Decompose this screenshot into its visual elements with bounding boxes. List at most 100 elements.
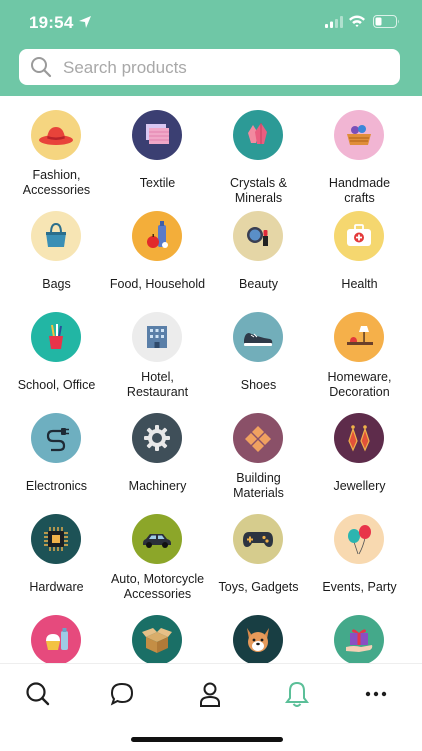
category-circle [132,312,182,362]
category-shoes[interactable]: Shoes [206,298,311,399]
category-circle [132,110,182,160]
first-aid-icon [347,224,371,246]
dog-icon [247,628,269,652]
category-hardware[interactable]: Hardware [4,500,109,601]
shoe-icon [244,333,273,346]
earrings-icon [348,425,370,452]
category-jewellery[interactable]: Jewellery [307,399,412,500]
category-label: Hotel, Restaurant [105,370,210,399]
fabric-icon [146,124,169,144]
category-label-line-2: Materials [233,485,284,500]
category-label-line-2: Accessories [22,182,91,197]
status-time: 19:54 [29,13,74,32]
category-label-line-2: Restaurant [126,384,189,399]
cupcake-icon [46,628,68,650]
category-label: Fashion, Accessories [4,168,109,197]
category-label: Electronics [4,479,109,494]
gift-icon [346,629,373,652]
category-circle [31,514,81,564]
category-health[interactable]: Health [307,197,412,298]
category-food-household[interactable]: Food, Household [105,197,210,298]
plug-icon [46,428,69,452]
category-label-line-1: School, Office [17,378,96,392]
battery-icon [373,15,399,28]
category-toys-gadgets[interactable]: Toys, Gadgets [206,500,311,601]
category-label-line-1: Shoes [240,378,277,392]
category-circle [31,615,81,663]
category-label: Textile [105,176,210,191]
search-icon [26,682,50,706]
search-input[interactable] [61,54,385,82]
category-hotel-restaurant[interactable]: Hotel, Restaurant [105,298,210,399]
category-item[interactable] [206,601,311,663]
category-circle [132,615,182,663]
category-label-line-1: Health [341,277,378,291]
category-label-line-1: Fashion, [32,168,81,182]
category-building-materials[interactable]: Building Materials [206,399,311,500]
category-circle [233,110,283,160]
category-electronics[interactable]: Electronics [4,399,109,500]
category-circle [31,413,81,463]
category-circle [334,413,384,463]
car-icon [143,534,171,548]
home-indicator [131,737,283,742]
category-label-line-1: Beauty [239,277,278,291]
category-label-line-2: Accessories [123,586,192,601]
bag-icon [46,222,66,247]
category-homeware-decoration[interactable]: Homeware, Decoration [307,298,412,399]
category-item[interactable] [105,601,210,663]
category-bags[interactable]: Bags [4,197,109,298]
tiles-icon [245,426,271,452]
category-auto-motorcycle-accessories[interactable]: Auto, Motorcycle Accessories [105,500,210,601]
tab-profile[interactable] [195,679,225,709]
basket-icon [347,125,371,145]
category-crystals-minerals[interactable]: Crystals & Minerals [206,96,311,205]
category-school-office[interactable]: School, Office [4,298,109,399]
category-label: Bags [4,277,109,292]
category-label: Homeware, Decoration [307,370,412,399]
category-handmade-crafts[interactable]: Handmade crafts [307,96,412,205]
cosmetics-icon [247,227,268,246]
category-circle [334,312,384,362]
category-circle [233,312,283,362]
category-label-line-1: Homeware, [327,370,392,384]
category-item[interactable] [4,601,109,663]
category-circle [334,211,384,261]
category-circle [31,211,81,261]
category-label-line-1: Bags [42,277,71,291]
cellular-signal-icon [325,16,343,28]
user-icon [200,682,220,707]
category-label: Health [307,277,412,292]
building-icon [147,326,167,348]
box-icon [142,628,172,653]
category-label-line-2: Decoration [329,384,390,399]
category-machinery[interactable]: Machinery [105,399,210,500]
search-bar[interactable] [19,49,400,85]
category-label-line-1: Handmade [328,176,391,190]
gamepad-icon [243,532,273,547]
category-label-line-1: Crystals & [230,176,287,190]
tab-search[interactable] [23,679,53,709]
category-circle [233,615,283,663]
category-label: Building Materials [206,471,311,500]
category-textile[interactable]: Textile [105,96,210,197]
category-fashion-accessories[interactable]: Fashion, Accessories [4,96,109,197]
location-arrow-icon [79,16,91,28]
food-bottles-icon [147,221,168,248]
category-item[interactable] [307,601,412,663]
category-circle [233,514,283,564]
tab-more[interactable] [361,679,391,709]
header: 19:54 [0,0,422,96]
category-circle [132,211,182,261]
category-label-line-1: Building [236,471,281,485]
category-label-line-1: Auto, Motorcycle [110,572,205,586]
category-label: Food, Household [105,277,210,292]
category-circle [233,211,283,261]
category-events-party[interactable]: Events, Party [307,500,412,601]
gear-icon [144,425,170,451]
category-beauty[interactable]: Beauty [206,197,311,298]
tab-messages[interactable] [107,679,137,709]
tab-notifications[interactable] [282,679,312,709]
category-label: Hardware [4,580,109,595]
category-circle [132,514,182,564]
